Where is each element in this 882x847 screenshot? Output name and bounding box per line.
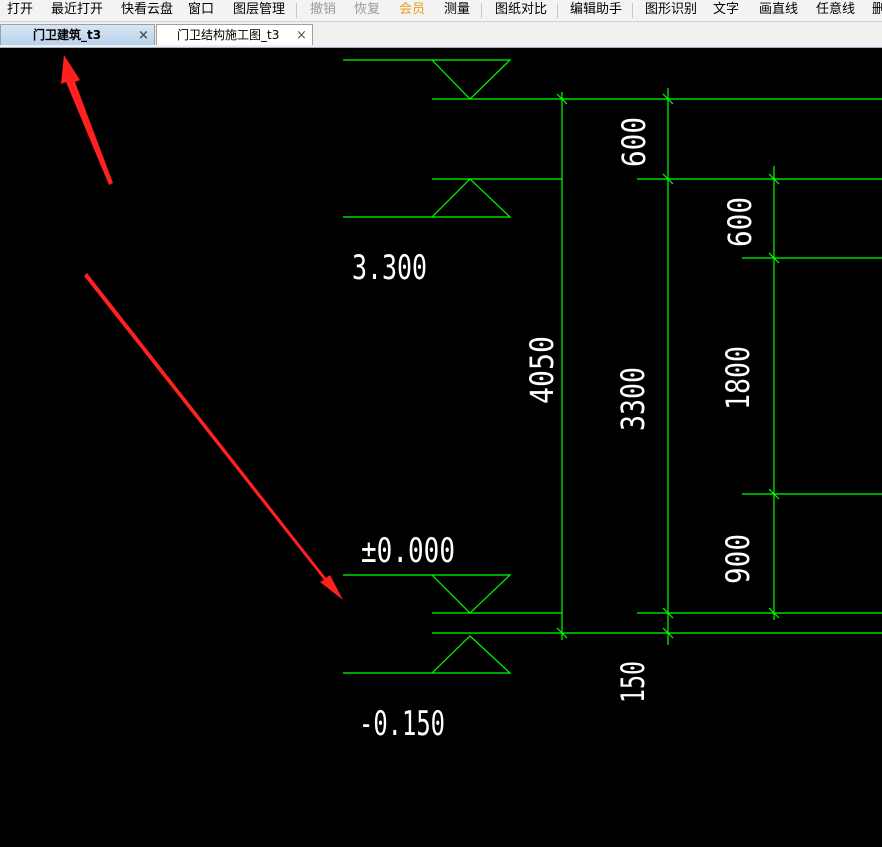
- level-symbol: [343, 59, 512, 100]
- dimension-text-top-a: 600: [615, 117, 653, 167]
- dimension-text-sill: 900: [719, 534, 757, 584]
- arrow-down-right-icon: [84, 273, 343, 600]
- dimension-lines: [343, 59, 882, 674]
- elevation-label-top: 3.300: [352, 248, 427, 288]
- arrow-up-icon: [61, 55, 113, 185]
- level-symbol: [343, 574, 512, 614]
- annotation-arrows: [61, 55, 343, 600]
- dimension-text-top-b: 600: [721, 197, 759, 247]
- elevation-label-zero: ±0.000: [361, 531, 455, 571]
- dimension-text-window: 1800: [719, 346, 757, 410]
- dimension-text-storey: 3300: [614, 367, 652, 431]
- level-symbol: [343, 635, 512, 674]
- dimension-text-base: 150: [614, 661, 652, 703]
- dimension-text-total: 4050: [523, 336, 561, 404]
- cad-drawing: 3.300 ±0.000 -0.150 4050 3300 600 600 18…: [61, 55, 882, 744]
- level-symbol: [343, 178, 512, 218]
- elevation-label-bottom: -0.150: [359, 704, 445, 744]
